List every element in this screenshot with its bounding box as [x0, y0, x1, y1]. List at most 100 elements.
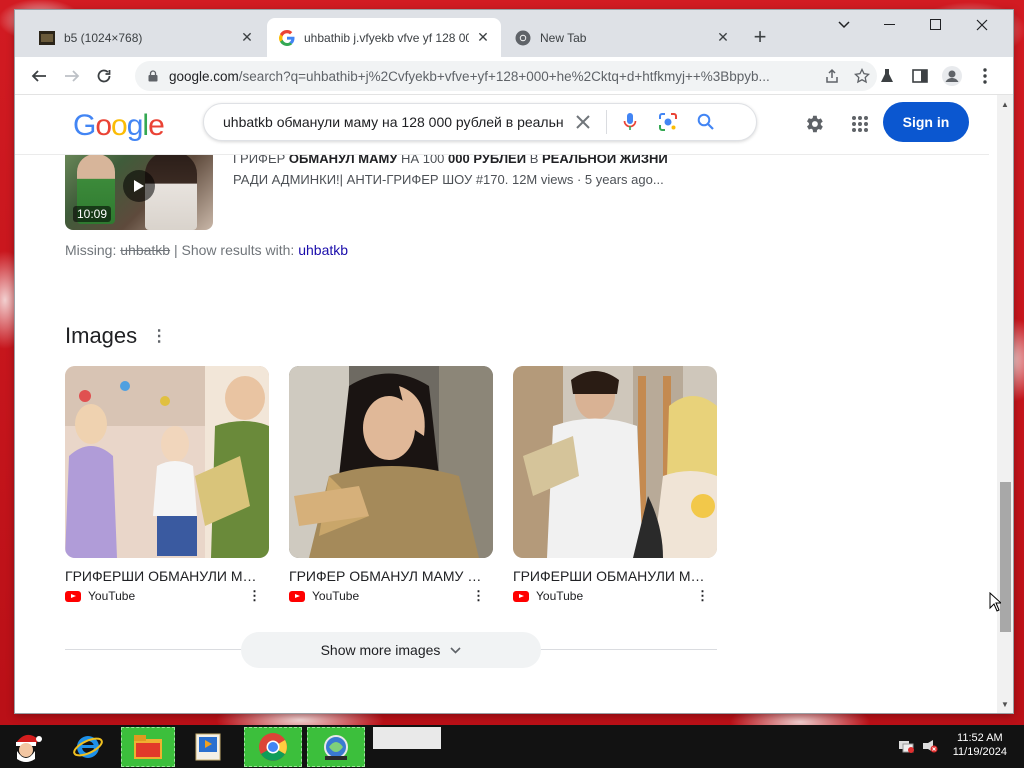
- tab-title: b5 (1024×768): [64, 30, 143, 45]
- youtube-icon: [513, 590, 529, 602]
- start-button-santa-icon[interactable]: [4, 727, 48, 767]
- url-text: google.com/search?q=uhbathib+j%2Cvfyekb+…: [167, 69, 817, 84]
- clock-time: 11:52 AM: [957, 732, 1003, 744]
- search-box[interactable]: uhbatkb обманули маму на 128 000 рублей …: [203, 103, 757, 141]
- video-title-line: РАДИ АДМИНКИ!| АНТИ-ГРИФЕР ШОУ #170. 12M…: [233, 172, 664, 187]
- show-results-link[interactable]: uhbatkb: [298, 242, 348, 258]
- google-favicon-icon: [279, 29, 295, 46]
- image-result-card[interactable]: ГРИФЕРШИ ОБМАНУЛИ МАМУ... YouTube ⋮: [65, 366, 269, 603]
- video-duration: 10:09: [73, 206, 112, 222]
- show-results-label: | Show results with:: [173, 242, 295, 258]
- tray-volume-muted-icon[interactable]: [922, 738, 938, 754]
- more-options-icon[interactable]: ⋮: [696, 588, 709, 604]
- system-clock[interactable]: 11:52 AM 11/19/2024: [953, 731, 1007, 759]
- back-button[interactable]: [25, 62, 53, 90]
- tab-search-chevron-icon[interactable]: [821, 10, 867, 40]
- browser-toolbar: google.com/search?q=uhbathib+j%2Cvfyekb+…: [15, 57, 1013, 95]
- youtube-icon: [289, 590, 305, 602]
- tab-google-search[interactable]: uhbathib j.vfyekb vfve yf 128 000 ✕: [267, 18, 501, 57]
- bookmark-star-icon[interactable]: [847, 68, 877, 84]
- tab-strip: b5 (1024×768) ✕ uhbathib j.vfyekb vfve y…: [15, 10, 1013, 57]
- image-result-card[interactable]: ГРИФЕР ОБМАНУЛ МАМУ НА... YouTube ⋮: [289, 366, 493, 603]
- play-icon[interactable]: [123, 170, 155, 202]
- google-apps-grid-icon[interactable]: [847, 111, 873, 137]
- chrome-taskbar-icon[interactable]: [244, 727, 302, 767]
- clock-date: 11/19/2024: [952, 746, 1007, 758]
- image-source: YouTube ⋮: [65, 588, 269, 604]
- image-caption[interactable]: ГРИФЕР ОБМАНУЛ МАМУ НА...: [289, 568, 485, 584]
- missing-label: Missing:: [65, 242, 117, 258]
- internet-explorer-icon[interactable]: [66, 727, 110, 767]
- tray-network-icon[interactable]: [898, 738, 914, 754]
- profile-avatar-icon[interactable]: [942, 66, 962, 86]
- tab-new-tab[interactable]: New Tab ✕: [503, 18, 741, 57]
- missing-term: uhbatkb: [120, 242, 171, 258]
- maximize-button[interactable]: [913, 10, 959, 40]
- clear-search-icon[interactable]: [564, 104, 602, 140]
- tab-title: uhbathib j.vfyekb vfve yf 128 000: [304, 30, 469, 45]
- side-panel-icon[interactable]: [910, 66, 930, 86]
- settings-gear-icon[interactable]: [801, 111, 827, 137]
- taskbar: 11:52 AM 11/19/2024: [0, 725, 1024, 768]
- search-input[interactable]: uhbatkb обманули маму на 128 000 рублей …: [204, 114, 564, 130]
- reload-button[interactable]: [90, 62, 118, 90]
- image-caption[interactable]: ГРИФЕРШИ ОБМАНУЛИ МАМУ...: [513, 568, 709, 584]
- mouse-cursor-icon: [989, 591, 1003, 617]
- show-more-images-button[interactable]: Show more images: [241, 632, 541, 668]
- menu-kebab-icon[interactable]: [975, 66, 995, 86]
- image-thumbnail[interactable]: [289, 366, 493, 558]
- missing-terms: Missing: uhbatkb | Show results with: uh…: [65, 242, 348, 258]
- scroll-down-arrow-icon[interactable]: ▼: [997, 697, 1013, 711]
- chevron-down-icon: [450, 643, 461, 657]
- image-result-card[interactable]: ГРИФЕРШИ ОБМАНУЛИ МАМУ... YouTube ⋮: [513, 366, 717, 603]
- sign-in-button[interactable]: Sign in: [883, 102, 969, 142]
- lock-icon[interactable]: [139, 70, 167, 82]
- taskbar-blank-button[interactable]: [373, 727, 441, 749]
- close-tab-icon[interactable]: ✕: [475, 29, 491, 46]
- images-more-options-icon[interactable]: ⋮: [151, 326, 167, 346]
- share-icon[interactable]: [817, 68, 847, 84]
- chrome-favicon-icon: [515, 30, 531, 46]
- image-source-label: YouTube: [536, 589, 584, 603]
- address-bar[interactable]: google.com/search?q=uhbathib+j%2Cvfyekb+…: [135, 61, 877, 91]
- close-tab-icon[interactable]: ✕: [715, 29, 731, 46]
- new-tab-button[interactable]: +: [748, 24, 772, 49]
- voice-search-icon[interactable]: [611, 104, 649, 140]
- network-globe-icon[interactable]: [307, 727, 365, 767]
- minimize-button[interactable]: [867, 10, 913, 40]
- image-caption[interactable]: ГРИФЕРШИ ОБМАНУЛИ МАМУ...: [65, 568, 261, 584]
- browser-window: b5 (1024×768) ✕ uhbathib j.vfyekb vfve y…: [15, 10, 1013, 713]
- vertical-scrollbar[interactable]: ▲ ▼: [997, 95, 1013, 713]
- url-host: google.com: [169, 68, 239, 84]
- google-logo[interactable]: Google: [73, 109, 165, 143]
- images-section-heading: Images ⋮: [65, 323, 167, 349]
- scrollbar-thumb[interactable]: [1000, 482, 1011, 632]
- tab-b5[interactable]: b5 (1024×768) ✕: [27, 18, 265, 57]
- close-tab-icon[interactable]: ✕: [239, 29, 255, 46]
- labs-flask-icon[interactable]: [877, 66, 897, 86]
- media-player-icon[interactable]: [186, 727, 230, 767]
- image-favicon-icon: [39, 30, 55, 46]
- close-window-button[interactable]: [959, 10, 1005, 40]
- image-source-label: YouTube: [312, 589, 360, 603]
- google-header: Google uhbatkb обманули маму на 128 000 …: [15, 95, 989, 155]
- image-thumbnail[interactable]: [65, 366, 269, 558]
- file-explorer-icon[interactable]: [121, 727, 175, 767]
- forward-button[interactable]: [58, 62, 86, 90]
- video-thumbnail[interactable]: 10:09: [65, 148, 213, 230]
- search-divider: [606, 110, 607, 134]
- show-more-label: Show more images: [320, 642, 441, 658]
- more-options-icon[interactable]: ⋮: [472, 588, 485, 604]
- image-thumbnail[interactable]: [513, 366, 717, 558]
- tab-title: New Tab: [540, 30, 587, 45]
- scroll-up-arrow-icon[interactable]: ▲: [997, 97, 1013, 111]
- url-path: /search?q=uhbathib+j%2Cvfyekb+vfve+yf+12…: [238, 68, 770, 84]
- more-options-icon[interactable]: ⋮: [248, 588, 261, 604]
- search-icon[interactable]: [687, 104, 725, 140]
- lens-search-icon[interactable]: [649, 104, 687, 140]
- image-source: YouTube ⋮: [513, 588, 717, 604]
- page-content: Google uhbatkb обманули маму на 128 000 …: [15, 95, 1013, 713]
- image-source: YouTube ⋮: [289, 588, 493, 604]
- images-heading: Images: [65, 323, 138, 348]
- youtube-icon: [65, 590, 81, 602]
